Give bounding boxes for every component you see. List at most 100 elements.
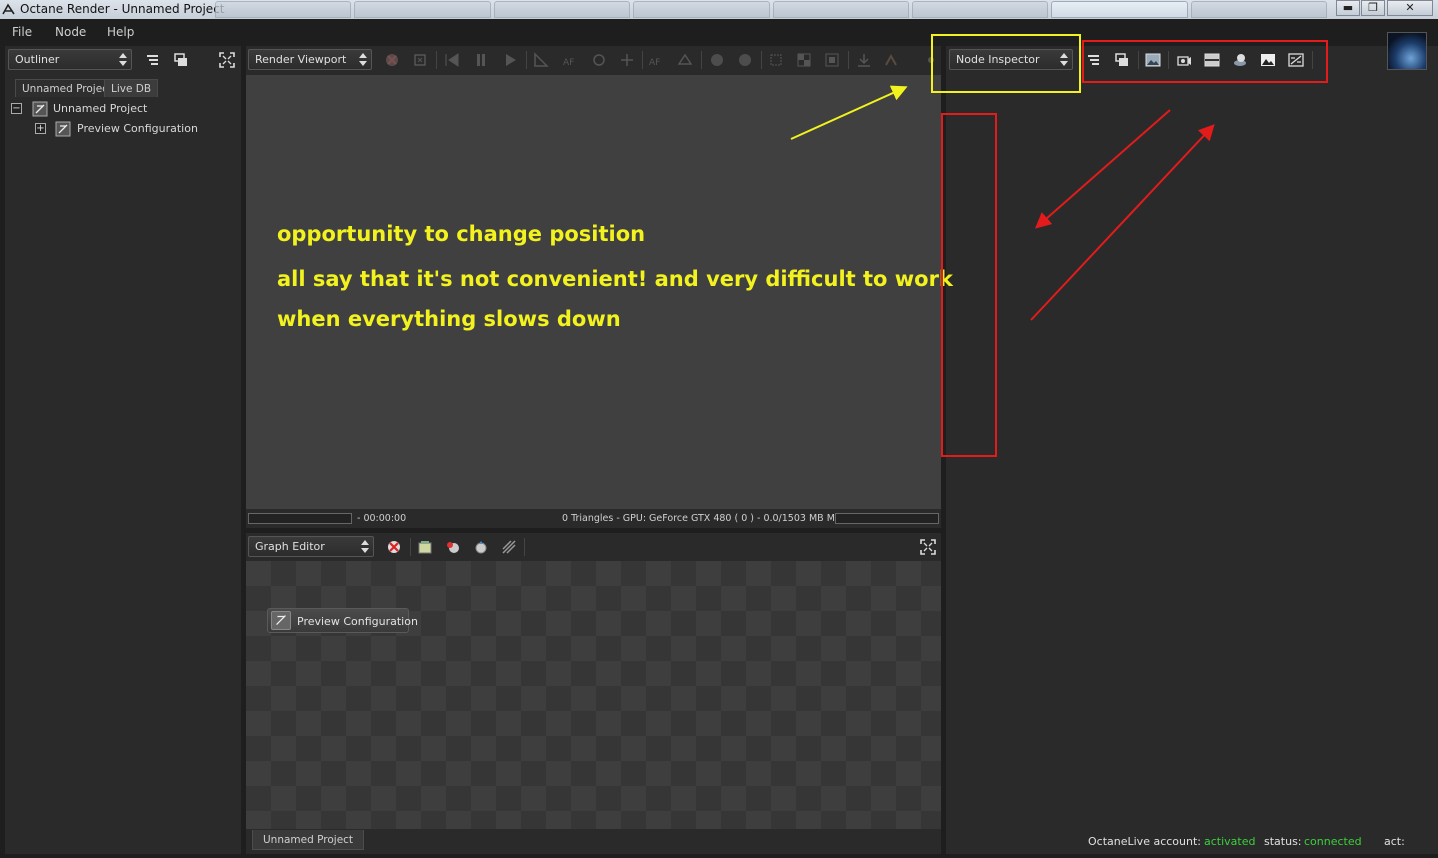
maximize-panel-icon[interactable]: [920, 539, 936, 555]
camera-settings-icon[interactable]: [1176, 52, 1192, 68]
image-icon[interactable]: [1145, 52, 1161, 68]
save-render-icon[interactable]: [856, 52, 872, 68]
render-viewport-panel: Render Viewport AF AF - 00:00:00 0 Trian…: [246, 46, 941, 528]
background-tab[interactable]: [911, 1, 1049, 18]
graph-editor-panel: Graph Editor Preview Configuration Unnam…: [246, 533, 941, 854]
background-tab[interactable]: [1051, 1, 1188, 18]
octane-app-icon: [2, 3, 15, 15]
toolbar-separator: [526, 51, 527, 69]
inspector-selector-label: Node Inspector: [956, 53, 1040, 66]
rewind-icon[interactable]: [444, 52, 460, 68]
outliner-panel-selector[interactable]: Outliner: [8, 49, 132, 70]
play-icon[interactable]: [502, 52, 518, 68]
menu-node[interactable]: Node: [55, 25, 86, 39]
pause-icon[interactable]: [473, 52, 489, 68]
tree-row[interactable]: + Preview Configuration: [5, 120, 241, 138]
window-stack-icon[interactable]: [173, 52, 189, 68]
delete-node-icon[interactable]: [386, 539, 402, 555]
environment-icon[interactable]: [1232, 52, 1248, 68]
graph-panel-selector[interactable]: Graph Editor: [248, 536, 374, 557]
background-tab[interactable]: [772, 1, 909, 18]
collapse-all-icon[interactable]: [1086, 52, 1102, 68]
outliner-selector-label: Outliner: [15, 53, 60, 66]
svg-text:AF: AF: [563, 58, 574, 68]
svg-text:AF: AF: [649, 58, 660, 68]
viewport-panel-selector[interactable]: Render Viewport: [248, 49, 372, 70]
pick-material-icon[interactable]: [591, 52, 607, 68]
outliner-panel: Outliner Unnamed Project Live DB − Unnam…: [5, 46, 241, 854]
inspector-panel-selector[interactable]: Node Inspector: [949, 49, 1073, 70]
indicator-dot-icon: [928, 57, 934, 63]
updown-arrows-icon: [359, 53, 367, 66]
auto-focus-alt-icon[interactable]: AF: [648, 52, 664, 68]
updown-arrows-icon: [119, 53, 127, 66]
connection-status: connected: [1304, 835, 1362, 848]
export-icon[interactable]: [883, 52, 899, 68]
collapse-icon[interactable]: −: [11, 103, 22, 114]
outliner-tabs: Unnamed Project Live DB: [5, 79, 241, 97]
menu-help[interactable]: Help: [107, 25, 134, 39]
restore-button[interactable]: ❐: [1361, 0, 1385, 16]
account-label: OctaneLive account:: [1088, 835, 1201, 848]
minimize-button[interactable]: ▬: [1336, 0, 1360, 16]
render-canvas[interactable]: [246, 75, 941, 509]
checker-icon[interactable]: [796, 52, 812, 68]
maximize-panel-icon[interactable]: [219, 52, 235, 68]
menu-file[interactable]: File: [12, 25, 32, 39]
node-graph-icon: [32, 101, 48, 117]
background-tab[interactable]: [1190, 1, 1327, 18]
lock-view-icon[interactable]: [768, 52, 784, 68]
window-stack-icon[interactable]: [1114, 52, 1130, 68]
toolbar-separator: [701, 51, 702, 69]
graph-node-preview-configuration[interactable]: Preview Configuration: [267, 608, 418, 633]
toolbar-separator: [1138, 51, 1139, 69]
tree-label: Preview Configuration: [77, 122, 198, 135]
expand-icon[interactable]: +: [35, 123, 46, 134]
tab-graph-unnamed-project[interactable]: Unnamed Project: [252, 830, 365, 850]
inspector-footer: OctaneLive account: activated status: co…: [946, 832, 1438, 854]
collapse-all-icon[interactable]: [145, 52, 161, 68]
account-status: activated: [1204, 835, 1256, 848]
tab-live-db[interactable]: Live DB: [104, 79, 159, 97]
node-graph-icon: [271, 611, 291, 630]
add-texture-icon[interactable]: [473, 539, 489, 555]
node-inspector-toolbar: Node Inspector: [946, 46, 1438, 74]
camera-icon[interactable]: [677, 52, 693, 68]
toolbar-separator: [436, 51, 437, 69]
restart-render-icon[interactable]: [412, 52, 428, 68]
close-button[interactable]: ✕: [1387, 0, 1433, 16]
toolbar-separator: [848, 51, 849, 69]
node-graph-icon: [55, 121, 71, 137]
background-tab[interactable]: [215, 1, 352, 18]
region-render-icon[interactable]: [533, 52, 549, 68]
toolbar-separator: [1312, 51, 1313, 69]
tree-row[interactable]: − Unnamed Project: [5, 100, 241, 118]
add-material-icon[interactable]: [445, 539, 461, 555]
reset-view-icon[interactable]: [737, 52, 753, 68]
pick-focus-icon[interactable]: [619, 52, 635, 68]
alpha-channel-icon[interactable]: [824, 52, 840, 68]
stop-render-icon[interactable]: [384, 52, 400, 68]
film-settings-icon[interactable]: [1204, 52, 1220, 68]
viewport-selector-label: Render Viewport: [255, 53, 347, 66]
node-inspector-panel: Node Inspector OctaneLive account: activ…: [946, 32, 1438, 854]
recenter-icon[interactable]: [709, 52, 725, 68]
outliner-toolbar: Outliner: [5, 46, 241, 74]
cleanup-icon[interactable]: [501, 539, 517, 555]
add-scene-icon[interactable]: [417, 539, 433, 555]
imager-icon[interactable]: [1260, 52, 1276, 68]
toolbar-separator: [642, 51, 643, 69]
background-tab[interactable]: [493, 1, 631, 18]
background-tab[interactable]: [633, 1, 770, 18]
background-tab[interactable]: [354, 1, 491, 18]
post-processing-icon[interactable]: [1288, 52, 1304, 68]
graph-canvas[interactable]: Preview Configuration: [246, 561, 941, 829]
status-label: status:: [1264, 835, 1302, 848]
menu-bar: File Node Help: [0, 19, 1438, 46]
render-time: - 00:00:00: [357, 513, 407, 524]
render-stats: 0 Triangles - GPU: GeForce GTX 480 ( 0 )…: [562, 513, 877, 524]
window-title: Octane Render - Unnamed Project: [20, 2, 225, 16]
auto-focus-icon[interactable]: AF: [562, 52, 578, 68]
title-bar: Octane Render - Unnamed Project ▬ ❐ ✕: [0, 0, 1438, 19]
toolbar-separator: [761, 51, 762, 69]
